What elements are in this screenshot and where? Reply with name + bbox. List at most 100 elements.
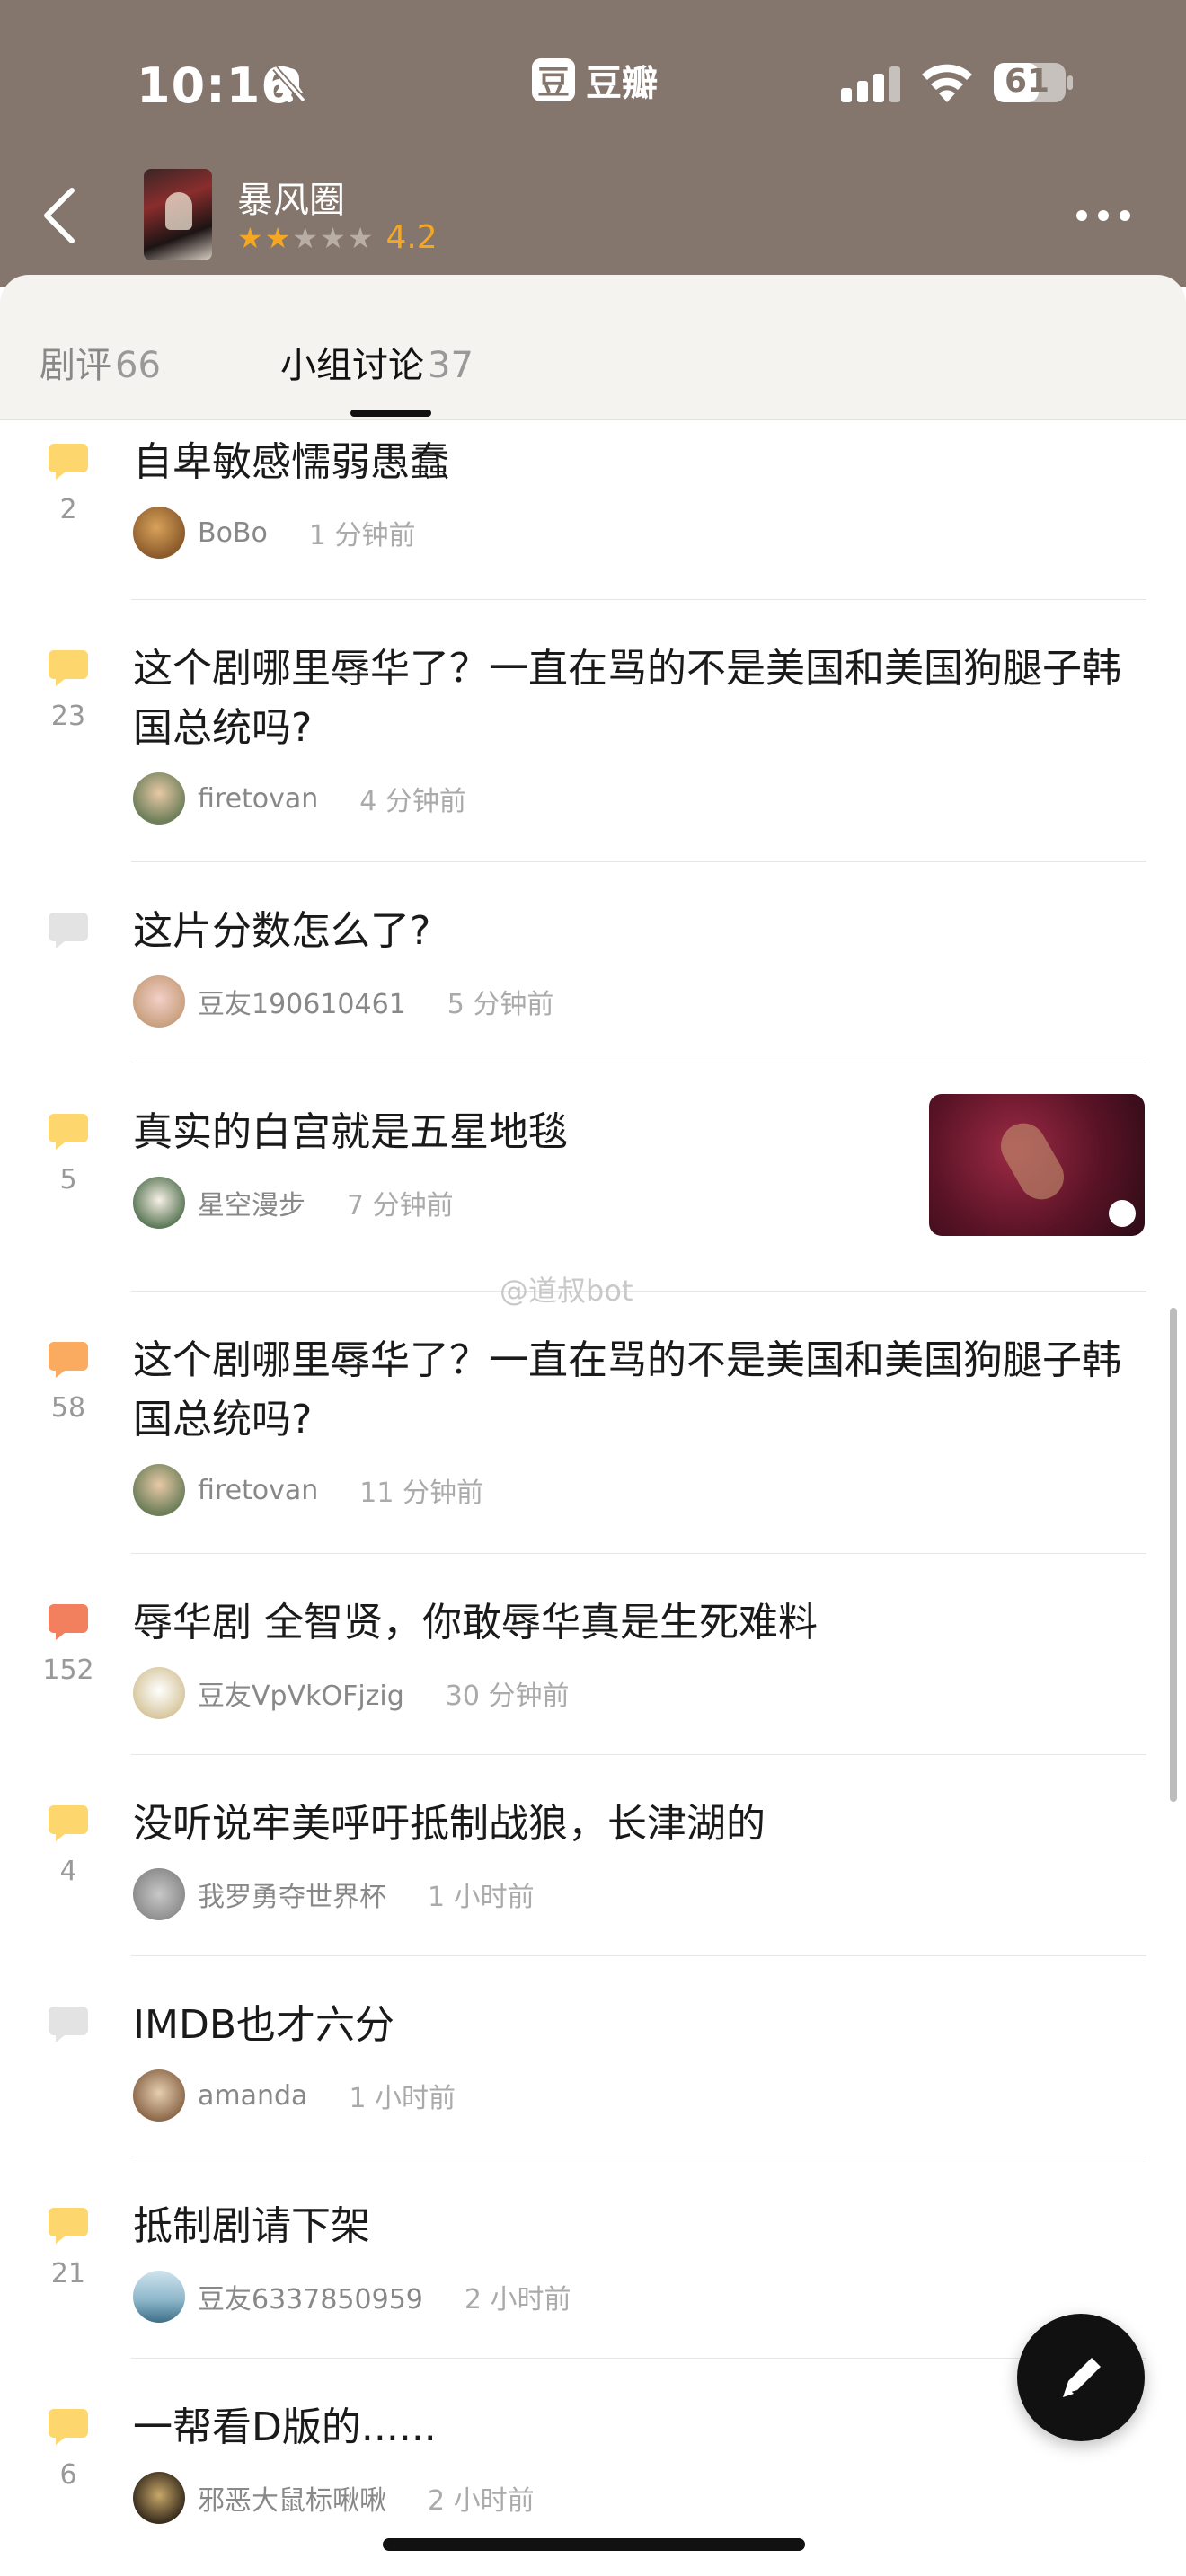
comment-bubble-icon	[49, 650, 88, 686]
author-name[interactable]: 豆友190610461	[198, 982, 406, 1021]
avatar[interactable]	[133, 507, 185, 559]
discussion-row[interactable]: IMDB也才六分 amanda 1 小时前	[0, 1956, 1186, 2157]
tab-bar: 剧评 66 小组讨论 37	[0, 275, 1186, 420]
battery-level: 61	[1005, 63, 1050, 100]
post-meta: 豆友190610461 5 分钟前	[133, 975, 553, 1028]
discussion-row[interactable]: 58 这个剧哪里辱华了？一直在骂的不是美国和美国狗腿子韩国总统吗? firetova…	[0, 1292, 1186, 1554]
home-indicator[interactable]	[383, 2538, 805, 2551]
star-icon: ★	[237, 220, 263, 255]
post-title[interactable]: 抵制剧请下架	[133, 2197, 1148, 2256]
cellular-signal-icon	[841, 66, 900, 102]
scrollbar[interactable]	[1170, 1308, 1177, 1802]
author-name[interactable]: firetovan	[198, 1475, 318, 1506]
post-time: 7 分钟前	[347, 1190, 454, 1222]
avatar[interactable]	[133, 975, 185, 1028]
reply-count: 23	[50, 701, 86, 732]
discussion-row[interactable]: 4 没听说牢美呼吁抵制战狼，长津湖的 我罗勇夺世界杯 1 小时前	[0, 1755, 1186, 1956]
discussion-row[interactable]: 21 抵制剧请下架豆友6337850959 2 小时前	[0, 2157, 1186, 2359]
comment-bubble-icon	[49, 2409, 88, 2445]
avatar[interactable]	[133, 2472, 185, 2524]
author-name[interactable]: amanda	[198, 2080, 307, 2112]
comment-bubble-icon	[49, 913, 88, 948]
post-time: 4 分钟前	[359, 786, 466, 817]
post-title[interactable]: 真实的白宫就是五星地毯	[133, 1103, 906, 1162]
post-title[interactable]: 这个剧哪里辱华了？一直在骂的不是美国和美国狗腿子韩国总统吗?	[133, 1331, 1148, 1450]
author-name[interactable]: 邪恶大鼠标啾啾	[198, 2478, 386, 2518]
discussion-row[interactable]: 152 辱华剧 全智贤，你敢辱华真是生死难料豆友VpVkOFjzig 30 分钟前	[0, 1554, 1186, 1755]
active-tab-indicator	[350, 410, 431, 417]
comment-bubble-icon	[49, 1114, 88, 1150]
thumbnail-content	[992, 1115, 1073, 1208]
post-time: 1 小时前	[428, 1882, 535, 1913]
avatar[interactable]	[133, 2271, 185, 2323]
author-name[interactable]: 我罗勇夺世界杯	[198, 1875, 386, 1914]
author-name[interactable]: 豆友6337850959	[198, 2277, 423, 2316]
post-title[interactable]: IMDB也才六分	[133, 1996, 1148, 2055]
discussion-row[interactable]: 5 真实的白宫就是五星地毯 星空漫步 7 分钟前	[0, 1063, 1186, 1292]
battery-indicator: 61	[992, 59, 1075, 106]
author-name[interactable]: 豆友VpVkOFjzig	[198, 1673, 404, 1713]
back-arrow-icon[interactable]	[36, 180, 83, 251]
reply-count: 6	[59, 2459, 77, 2491]
post-meta: 星空漫步 7 分钟前	[133, 1177, 454, 1229]
post-title[interactable]: 这片分数怎么了?	[133, 902, 1148, 961]
avatar[interactable]	[133, 1464, 185, 1516]
discussion-row[interactable]: 这片分数怎么了? 豆友190610461 5 分钟前	[0, 862, 1186, 1063]
post-thumbnail[interactable]	[929, 1094, 1145, 1236]
reply-count: 152	[42, 1654, 94, 1686]
reply-count: 2	[59, 494, 77, 525]
comment-bubble-icon	[49, 444, 88, 480]
post-meta: firetovan 4 分钟前	[133, 772, 466, 825]
compose-button[interactable]	[1017, 2314, 1145, 2441]
tab-count: 37	[428, 345, 474, 386]
tab-reviews[interactable]: 剧评 66	[40, 336, 161, 388]
star-icon: ★	[347, 220, 374, 255]
tab-label: 剧评	[40, 345, 111, 386]
watermark: @道叔bot	[500, 1274, 633, 1308]
star-icon: ★	[292, 220, 319, 255]
tab-count: 66	[115, 345, 161, 386]
avatar[interactable]	[133, 1868, 185, 1920]
post-time: 30 分钟前	[445, 1681, 570, 1712]
post-title[interactable]: 没听说牢美呼吁抵制战狼，长津湖的	[133, 1795, 1148, 1854]
more-options-icon[interactable]	[1075, 207, 1132, 225]
comment-bubble-icon	[49, 1342, 88, 1378]
post-time: 1 小时前	[349, 2083, 456, 2114]
reply-count: 21	[50, 2258, 86, 2289]
post-meta: 邪恶大鼠标啾啾 2 小时前	[133, 2472, 535, 2524]
author-name[interactable]: 星空漫步	[198, 1183, 305, 1222]
movie-title[interactable]: 暴风圈	[237, 171, 345, 223]
star-icon: ★	[320, 220, 346, 255]
post-time: 2 小时前	[464, 2284, 571, 2316]
avatar[interactable]	[133, 1667, 185, 1719]
reply-count: 58	[50, 1392, 86, 1424]
post-time: 5 分钟前	[447, 989, 554, 1020]
nav-bar: 暴风圈 ★ ★ ★ ★ ★ 4.2	[0, 162, 1186, 269]
wifi-icon	[922, 64, 972, 102]
avatar[interactable]	[133, 2069, 185, 2122]
post-title[interactable]: 辱华剧 全智贤，你敢辱华真是生死难料	[133, 1593, 1148, 1653]
post-title[interactable]: 这个剧哪里辱华了？一直在骂的不是美国和美国狗腿子韩国总统吗?	[133, 640, 1148, 758]
comment-bubble-icon	[49, 2007, 88, 2042]
avatar[interactable]	[133, 1177, 185, 1229]
post-meta: 我罗勇夺世界杯 1 小时前	[133, 1868, 535, 1920]
author-name[interactable]: firetovan	[198, 783, 318, 815]
movie-poster[interactable]	[144, 169, 212, 260]
discussion-row[interactable]: 2 自卑敏感懦弱愚蠢 BoBo 1 分钟前	[0, 420, 1186, 600]
rating-value: 4.2	[385, 219, 438, 256]
post-meta: amanda 1 小时前	[133, 2069, 456, 2122]
tab-group-discussion[interactable]: 小组讨论 37	[280, 336, 474, 388]
post-meta: BoBo 1 分钟前	[133, 507, 416, 559]
post-title[interactable]: 一帮看D版的......	[133, 2398, 1148, 2457]
post-title[interactable]: 自卑敏感懦弱愚蠢	[133, 433, 1148, 492]
status-bar: 10:16 豆 豆瓣 61	[0, 54, 1186, 119]
app-badge: 豆 豆瓣	[532, 54, 658, 106]
comment-bubble-icon	[49, 2208, 88, 2244]
discussion-row[interactable]: 23 这个剧哪里辱华了？一直在骂的不是美国和美国狗腿子韩国总统吗? firetova…	[0, 600, 1186, 862]
star-icon: ★	[264, 220, 291, 255]
author-name[interactable]: BoBo	[198, 517, 268, 549]
rating-stars: ★ ★ ★ ★ ★ 4.2	[237, 219, 438, 256]
header: 10:16 豆 豆瓣 61 暴风圈 ★ ★ ★ ★ ★ 4.2	[0, 0, 1186, 287]
avatar[interactable]	[133, 772, 185, 825]
post-time: 2 小时前	[428, 2485, 535, 2517]
